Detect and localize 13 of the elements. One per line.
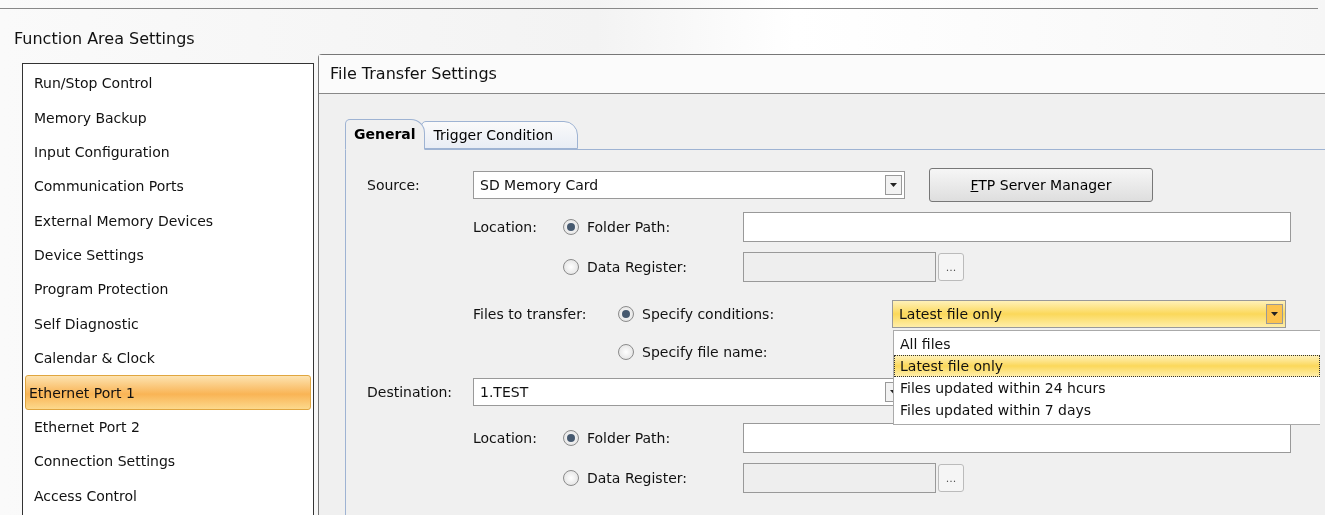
radio-label: Data Register: [587, 259, 688, 276]
field-label: Location: [473, 219, 538, 236]
radio-label: Folder Path: [587, 430, 672, 447]
radio-label: Specify conditions: [642, 305, 776, 322]
panel-title: File Transfer Settings [330, 64, 497, 84]
radio-label: Folder Path: [587, 219, 672, 236]
radio-label: Specify file name: [642, 343, 769, 360]
field-label: Source: [367, 176, 421, 193]
field-label: Destination: [367, 383, 454, 400]
field-label: Location: [473, 430, 538, 447]
field-label: Files to transfer: [473, 305, 588, 322]
radio-label: Data Register: [587, 470, 688, 487]
window-title: Function Area Settings [14, 29, 195, 48]
